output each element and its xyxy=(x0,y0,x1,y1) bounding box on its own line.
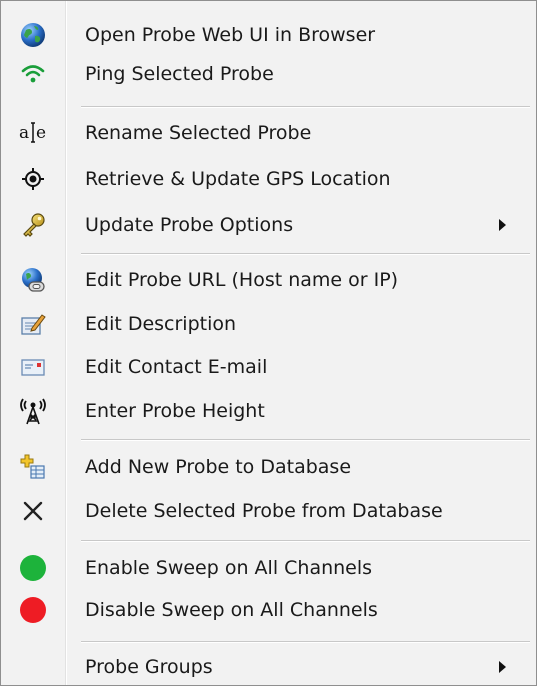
green-dot-icon xyxy=(17,552,49,584)
context-menu: Open Probe Web UI in Browser Ping Select… xyxy=(0,0,537,686)
menu-item-label: Disable Sweep on All Channels xyxy=(85,599,378,621)
menu-item-label: Delete Selected Probe from Database xyxy=(85,500,443,522)
menu-separator xyxy=(81,106,530,108)
disable-dot xyxy=(20,597,46,623)
menu-separator xyxy=(81,641,530,643)
menu-item-label: Rename Selected Probe xyxy=(85,122,312,144)
menu-item-label: Enable Sweep on All Channels xyxy=(85,557,373,579)
menu-item-edit-email[interactable]: Edit Contact E-mail xyxy=(3,347,534,387)
menu-item-label: Open Probe Web UI in Browser xyxy=(85,24,376,46)
menu-item-disable-sweep[interactable]: Disable Sweep on All Channels xyxy=(3,590,534,630)
menu-item-add-probe[interactable]: Add New Probe to Database xyxy=(3,447,534,487)
menu-item-update-gps[interactable]: Retrieve & Update GPS Location xyxy=(3,159,534,199)
svg-text:a: a xyxy=(19,123,29,143)
menu-item-label: Edit Probe URL (Host name or IP) xyxy=(85,269,399,291)
menu-item-label: Ping Selected Probe xyxy=(85,63,274,85)
edit-note-icon xyxy=(17,308,49,340)
menu-item-edit-url[interactable]: Edit Probe URL (Host name or IP) xyxy=(3,260,534,300)
menu-item-probe-groups[interactable]: Probe Groups xyxy=(3,647,534,687)
menu-item-label: Edit Contact E-mail xyxy=(85,356,268,378)
menu-item-label: Edit Description xyxy=(85,313,237,335)
menu-item-label: Update Probe Options xyxy=(85,214,294,236)
menu-item-update-options[interactable]: Update Probe Options xyxy=(3,205,534,245)
globe-link-icon xyxy=(17,264,49,296)
key-icon xyxy=(17,209,49,241)
email-icon xyxy=(17,351,49,383)
wifi-icon xyxy=(17,58,49,90)
menu-item-label: Enter Probe Height xyxy=(85,400,265,422)
menu-item-probe-height[interactable]: Enter Probe Height xyxy=(3,391,534,431)
red-dot-icon xyxy=(17,594,49,626)
menu-item-label: Add New Probe to Database xyxy=(85,456,352,478)
menu-separator xyxy=(81,439,530,441)
menu-item-rename-probe[interactable]: a e Rename Selected Probe xyxy=(3,113,534,153)
menu-separator xyxy=(81,540,530,542)
menu-item-enable-sweep[interactable]: Enable Sweep on All Channels xyxy=(3,548,534,588)
menu-item-edit-description[interactable]: Edit Description xyxy=(3,304,534,344)
menu-separator xyxy=(81,253,530,255)
submenu-arrow-icon xyxy=(499,661,506,673)
add-database-icon xyxy=(17,451,49,483)
rename-icon: a e xyxy=(17,117,49,149)
close-icon xyxy=(17,495,49,527)
menu-item-open-web-ui[interactable]: Open Probe Web UI in Browser xyxy=(3,15,534,55)
submenu-arrow-icon xyxy=(499,219,506,231)
enable-dot xyxy=(20,555,46,581)
menu-item-ping-probe[interactable]: Ping Selected Probe xyxy=(3,54,534,94)
antenna-tower-icon xyxy=(17,395,49,427)
menu-item-label: Probe Groups xyxy=(85,656,213,678)
gps-target-icon xyxy=(17,163,49,195)
svg-text:e: e xyxy=(36,123,46,143)
menu-item-label: Retrieve & Update GPS Location xyxy=(85,168,391,190)
menu-item-delete-probe[interactable]: Delete Selected Probe from Database xyxy=(3,491,534,531)
globe-icon xyxy=(17,19,49,51)
